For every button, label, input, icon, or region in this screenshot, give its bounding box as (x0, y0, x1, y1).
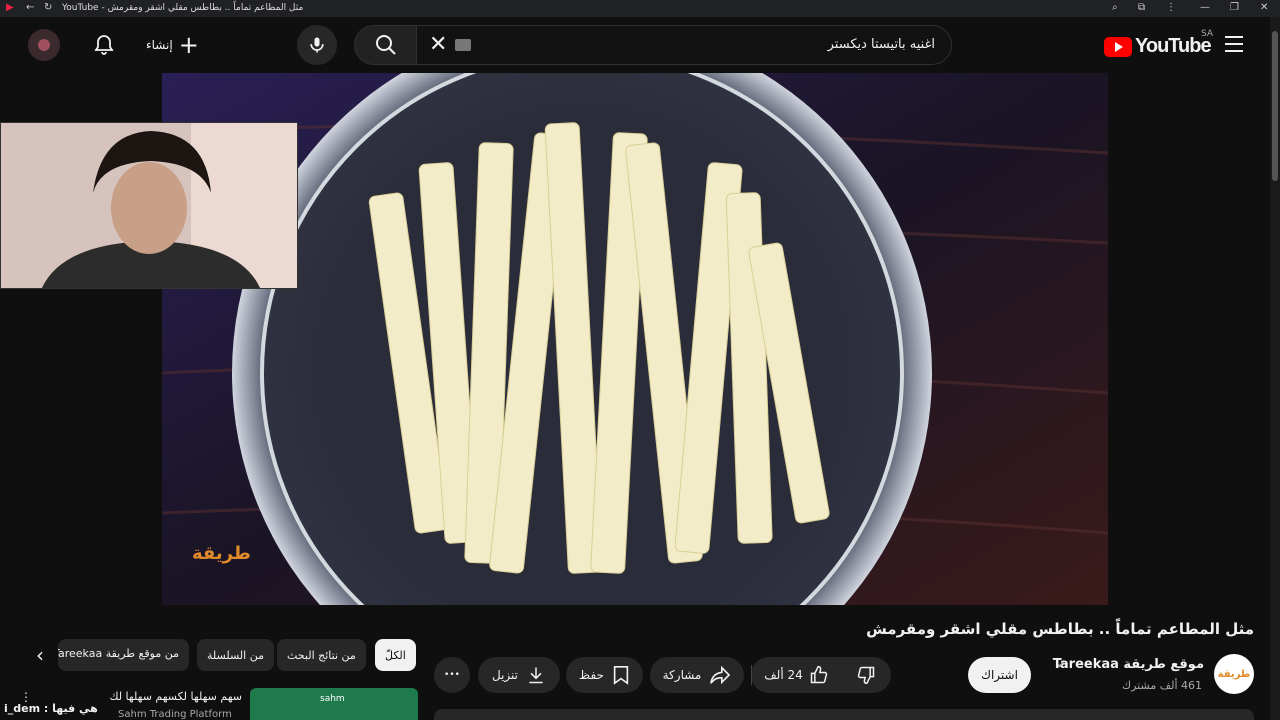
close-window-icon[interactable]: ✕ (1260, 2, 1268, 13)
video-title: مثل المطاعم تماماً .. بطاطس مقلي اشقر وم… (866, 620, 1254, 638)
dislike-button[interactable] (841, 665, 891, 685)
minimize-icon[interactable]: — (1200, 2, 1210, 13)
create-label: إنشاء (146, 38, 173, 52)
chip-series[interactable]: من السلسلة (197, 639, 274, 671)
more-actions-button[interactable]: ••• (434, 657, 470, 693)
create-button[interactable]: إنشاء + (146, 31, 199, 59)
browser-menu-icon[interactable]: ⋮ (1166, 2, 1176, 13)
share-button[interactable]: مشاركة (650, 657, 744, 693)
like-count: 24 ألف (764, 668, 803, 682)
scrollbar-thumb[interactable] (1272, 31, 1278, 181)
youtube-play-icon (1104, 36, 1132, 57)
tab-favicon-icon: ▶ (6, 2, 14, 13)
description-box[interactable] (434, 709, 1254, 720)
channel-avatar[interactable]: طريقة (1214, 654, 1254, 694)
reload-icon[interactable]: ↻ (44, 2, 52, 13)
chip-channel[interactable]: من موقع طريقة Tareekaa (58, 639, 189, 671)
clear-search-icon[interactable]: ✕ (429, 32, 447, 57)
thumbnail-brand: sahm (320, 694, 345, 704)
thumbs-up-icon (810, 665, 828, 684)
extensions-icon[interactable]: ⧉ (1138, 2, 1145, 13)
search-button[interactable] (354, 25, 418, 65)
recommendation-channel: Sahm Trading Platform (118, 709, 232, 720)
search-query: اغنيه باتيستا ديكستر (827, 37, 935, 52)
browser-titlebar: ▶ ← ↻ مثل المطاعم تماماً .. بطاطس مقلي ا… (0, 0, 1280, 17)
menu-icon[interactable] (1224, 35, 1244, 57)
download-button[interactable]: تنزيل (478, 657, 560, 693)
search-icon (376, 35, 396, 55)
avatar[interactable] (28, 29, 60, 61)
subscribe-button[interactable]: اشتراك (968, 657, 1031, 693)
search-input[interactable]: ✕ اغنيه باتيستا ديكستر (416, 25, 952, 65)
more-icon: ••• (444, 670, 460, 680)
voice-search-button[interactable] (297, 25, 337, 65)
keyboard-icon[interactable] (455, 39, 471, 51)
subscriber-count: 461 ألف مشترك (1122, 679, 1202, 692)
verified-icon: ✔ (1057, 660, 1066, 671)
youtube-logo[interactable]: YouTube (1104, 35, 1212, 58)
chip-all[interactable]: الكلّ (375, 639, 416, 671)
zoom-icon[interactable]: ⌕ (1112, 2, 1118, 13)
like-button[interactable]: 24 ألف (751, 665, 841, 685)
chips-scroll-left-icon[interactable]: ‹ (26, 641, 54, 669)
recommendation-title[interactable]: سهم سهلها لكسهم سهلها لك (109, 690, 242, 703)
share-icon (710, 665, 731, 685)
video-watermark: طريقة (192, 543, 251, 564)
webcam-overlay (0, 122, 298, 289)
tab-title: مثل المطاعم تماماً .. بطاطس مقلي اشقر وم… (62, 3, 304, 13)
save-button[interactable]: حفظ (566, 657, 643, 693)
like-dislike-group: 24 ألف (751, 657, 891, 693)
restore-icon[interactable]: ❐ (1230, 2, 1239, 13)
video-frame (162, 73, 1108, 605)
chip-search-results[interactable]: من نتائج البحث (277, 639, 366, 671)
thumbs-down-icon (857, 666, 875, 685)
microphone-icon (310, 37, 324, 53)
page-scrollbar[interactable] (1270, 17, 1280, 720)
recommendation-thumbnail[interactable]: sahm (250, 688, 418, 720)
download-icon (529, 667, 543, 684)
notifications-icon[interactable] (92, 33, 116, 61)
region-label: SA (1201, 29, 1214, 39)
bookmark-icon (613, 666, 629, 685)
overlay-text: هي فيها : i_dem (4, 702, 98, 715)
back-icon[interactable]: ← (26, 2, 34, 13)
channel-name-row[interactable]: موقع طريقة Tareekaa (1053, 657, 1204, 672)
video-player[interactable]: طريقة (162, 73, 1108, 605)
plus-icon: + (178, 31, 199, 59)
channel-name: موقع طريقة Tareekaa (1052, 657, 1204, 672)
